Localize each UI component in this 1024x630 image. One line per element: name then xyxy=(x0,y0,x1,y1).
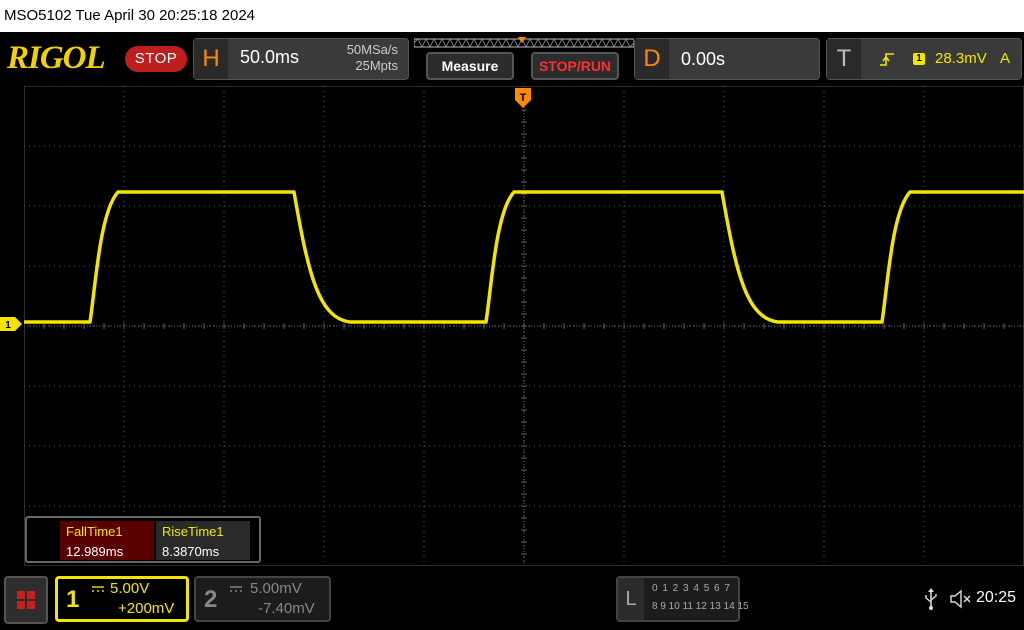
rising-edge-icon xyxy=(880,53,894,66)
measurement-rise-time[interactable]: RiseTime1 8.3870ms xyxy=(156,521,250,560)
rigol-logo: RIGOL xyxy=(7,40,106,76)
ch1-offset: +200mV xyxy=(118,600,175,617)
run-status-badge: STOP xyxy=(125,46,187,72)
logic-channels[interactable]: L 0 1 2 3 4 5 6 7 8 9 10 11 12 13 14 15 xyxy=(616,576,749,622)
ch1-offset-marker[interactable]: 1 xyxy=(0,317,22,331)
bottom-bar: 1 5.00V +200mV 2 5.00mV -7.40mV L 0 1 2 … xyxy=(0,566,1024,630)
clock: 20:25 xyxy=(976,589,1017,606)
ch2-number: 2 xyxy=(204,586,218,613)
title-bar: MSO5102 Tue April 30 20:25:18 2024 xyxy=(0,0,1024,32)
trigger-label: T xyxy=(827,39,861,79)
trigger-settings[interactable]: T 1 28.3mV A xyxy=(826,38,1022,80)
delay-label: D xyxy=(635,39,669,79)
waveform-grid[interactable] xyxy=(24,86,1024,566)
horizontal-label: H xyxy=(194,39,228,79)
sample-rate: 50MSa/s xyxy=(346,42,398,57)
dc-coupling-icon xyxy=(230,586,242,592)
ch1-scale: 5.00V xyxy=(110,580,150,597)
delay-settings[interactable]: D 0.00s xyxy=(634,38,820,80)
menu-grid-icon xyxy=(17,591,35,609)
trigger-source-channel: 1 xyxy=(913,53,925,65)
delay-value: 0.00s xyxy=(681,49,726,69)
ch2-offset: -7.40mV xyxy=(258,600,315,617)
ch2-scale: 5.00mV xyxy=(250,580,302,597)
timebase-value: 50.0ms xyxy=(240,47,300,67)
measure-button[interactable]: Measure xyxy=(426,52,514,80)
logic-row-low: 0 1 2 3 4 5 6 7 xyxy=(652,583,731,594)
header-bar: RIGOL STOP H 50.0ms 50MSa/s 25Mpts Measu… xyxy=(0,32,1024,86)
svg-text:T: T xyxy=(520,92,527,104)
measurement-fall-time[interactable]: FallTime1 12.989ms xyxy=(60,521,154,560)
ch1-number: 1 xyxy=(66,586,80,613)
logic-label: L xyxy=(618,578,644,620)
dc-coupling-icon xyxy=(92,586,104,592)
memory-depth: 25Mpts xyxy=(355,58,398,73)
trigger-mode: A xyxy=(1000,50,1011,67)
measurement-label: RiseTime1 xyxy=(162,524,224,539)
main-menu-button[interactable] xyxy=(4,576,48,624)
ch1-settings[interactable]: 1 5.00V +200mV xyxy=(55,576,189,622)
grid-lines xyxy=(24,86,1024,566)
trigger-position-marker[interactable]: T xyxy=(515,88,531,108)
logic-row-high: 8 9 10 11 12 13 14 15 xyxy=(652,601,749,612)
stop-run-button[interactable]: STOP/RUN xyxy=(531,52,619,80)
horizontal-settings[interactable]: H 50.0ms 50MSa/s 25Mpts xyxy=(193,38,409,80)
svg-text:1: 1 xyxy=(5,320,11,331)
memory-position-ruler xyxy=(414,37,634,48)
ch2-settings[interactable]: 2 5.00mV -7.40mV xyxy=(194,576,331,622)
usb-icon xyxy=(925,588,937,610)
trigger-level: 28.3mV xyxy=(935,50,987,67)
measurement-value: 8.3870ms xyxy=(162,544,220,559)
measurement-value: 12.989ms xyxy=(66,544,124,559)
speaker-muted-icon[interactable] xyxy=(950,589,972,609)
measurement-label: FallTime1 xyxy=(66,524,123,539)
measurement-panel[interactable]: FallTime1 12.989ms RiseTime1 8.3870ms xyxy=(25,516,261,563)
